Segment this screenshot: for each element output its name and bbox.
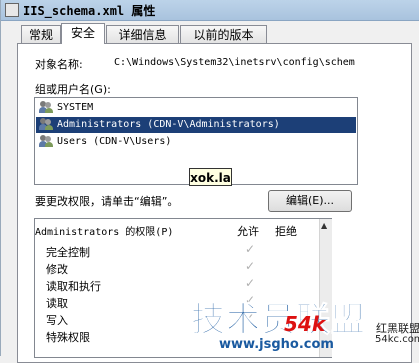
- tab-details[interactable]: 详细信息: [106, 25, 179, 43]
- users-icon: [39, 135, 53, 147]
- object-name-label: 对象名称:: [35, 58, 83, 71]
- allow-check-icon: ✓: [245, 242, 256, 256]
- scroll-up-icon[interactable]: ▲: [321, 221, 327, 230]
- permission-row-read-execute: 读取和执行: [46, 280, 101, 293]
- permission-row-modify: 修改: [46, 263, 68, 276]
- list-item-users[interactable]: Users (CDN-V\Users): [39, 134, 171, 150]
- permission-row-full-control: 完全控制: [46, 246, 90, 259]
- permissions-header: Administrators 的权限(P): [35, 227, 174, 238]
- watermark-url: www.jsgho.com: [219, 337, 334, 352]
- users-icon: [39, 118, 53, 130]
- allow-column-header: 允许: [237, 225, 259, 238]
- allow-check-icon: ✓: [245, 276, 256, 290]
- tooltip: xok.la: [189, 168, 232, 186]
- watermark-logo: 54k: [284, 312, 326, 336]
- permission-row-write: 写入: [46, 314, 68, 327]
- tab-general[interactable]: 常规: [21, 25, 61, 43]
- permission-row-special: 特殊权限: [46, 331, 90, 344]
- tab-security[interactable]: 安全: [61, 23, 105, 44]
- title-bar[interactable]: IIS_schema.xml 属性: [1, 0, 419, 21]
- document-icon: [5, 3, 19, 17]
- users-icon: [39, 101, 53, 113]
- permission-row-read: 读取: [46, 297, 68, 310]
- groups-label: 组或用户名(G):: [35, 83, 111, 96]
- list-item-label: SYSTEM: [57, 102, 94, 113]
- list-item-label: Administrators (CDN-V\Administrators): [57, 119, 280, 130]
- allow-check-icon: ✓: [245, 259, 256, 273]
- list-item-administrators[interactable]: Administrators (CDN-V\Administrators): [36, 117, 356, 133]
- deny-column-header: 拒绝: [275, 225, 297, 238]
- list-item-label: Users (CDN-V\Users): [57, 136, 172, 147]
- edit-button[interactable]: 编辑(E)...: [268, 190, 352, 212]
- window-title: IIS_schema.xml 属性: [23, 4, 156, 18]
- list-item-system[interactable]: SYSTEM: [39, 100, 93, 116]
- properties-window: IIS_schema.xml 属性 常规 安全 详细信息 以前的版本 对象名称:…: [0, 0, 419, 363]
- tab-previous-versions[interactable]: 以前的版本: [180, 25, 267, 43]
- watermark-text: 技术员联盟: [191, 300, 366, 341]
- object-name-value: C:\Windows\System32\inetsrv\config\schem: [114, 57, 355, 68]
- change-permissions-hint: 要更改权限，请单击“编辑”。: [35, 195, 179, 208]
- corner-watermark-bottom: 54kc.com: [375, 334, 419, 345]
